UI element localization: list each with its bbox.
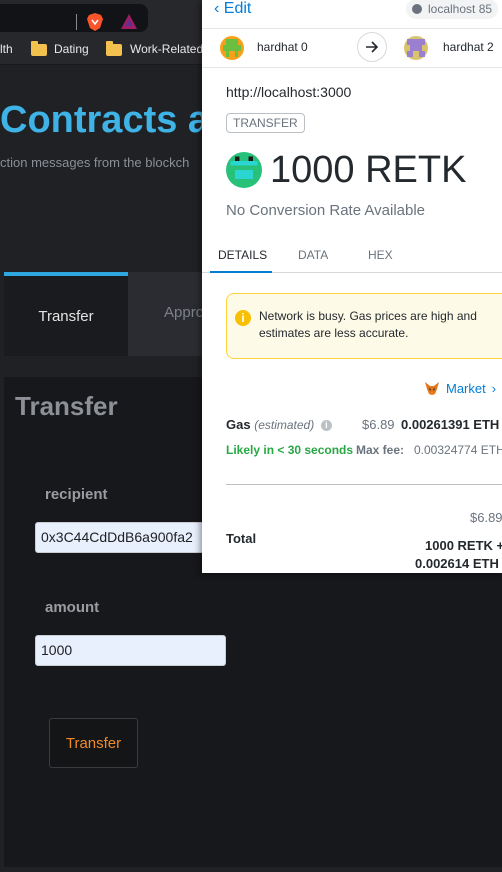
bookmark-work-related[interactable]: Work-Related <box>130 42 203 56</box>
account-transfer-row: hardhat 0 hardhat 2 <box>202 28 502 68</box>
chevron-right-icon: › <box>491 380 497 396</box>
warning-text: Network is busy. Gas prices are high and… <box>259 309 477 340</box>
tab-transfer[interactable]: Transfer <box>4 272 128 356</box>
address-bar[interactable] <box>0 4 148 32</box>
gas-eth-value: 0.00261391 ETH <box>401 417 500 432</box>
tab-data[interactable]: DATA <box>298 248 328 262</box>
total-label: Total <box>226 531 257 546</box>
bookmark-health[interactable]: lth <box>0 42 13 56</box>
details-panel: i Network is busy. Gas prices are high a… <box>202 273 502 573</box>
max-fee-label: Max fee: <box>356 443 405 457</box>
gas-label: Gas (estimated) i <box>226 417 332 432</box>
tab-transfer-label: Transfer <box>38 308 94 325</box>
amount-label: amount <box>45 599 100 616</box>
amount-row: 1000 RETK <box>226 148 467 191</box>
gas-timing: Likely in < 30 seconds <box>226 443 354 457</box>
tx-summary: http://localhost:3000 TRANSFER 1000 RETK… <box>202 68 502 240</box>
warning-icon: i <box>235 310 251 326</box>
tab-hex[interactable]: HEX <box>368 248 393 262</box>
edit-label: Edit <box>223 0 252 17</box>
max-fee-value: 0.00324774 ETH <box>414 443 502 457</box>
bookmark-dating[interactable]: Dating <box>54 42 89 56</box>
network-busy-warning: i Network is busy. Gas prices are high a… <box>226 293 502 359</box>
address-divider <box>76 14 77 30</box>
folder-icon <box>106 41 122 56</box>
from-account-name[interactable]: hardhat 0 <box>257 40 308 54</box>
token-amount: 1000 RETK <box>270 148 467 191</box>
recipient-input[interactable]: 0x3C44CdDdB6a900fa2 <box>35 522 215 553</box>
origin-text: localhost 85 <box>428 2 493 16</box>
total-token-value: 1000 RETK + <box>425 538 502 553</box>
metamask-popup: ‹ Edit localhost 85 hardhat 0 hardhat 2 <box>202 0 502 573</box>
to-account-name[interactable]: hardhat 2 <box>443 40 494 54</box>
gas-market-link[interactable]: Market › <box>424 380 496 396</box>
total-eth-value: 0.002614 ETH <box>415 556 499 571</box>
brave-lion-icon[interactable] <box>86 12 104 32</box>
bat-triangle-icon[interactable] <box>120 13 138 31</box>
edit-link[interactable]: ‹ Edit <box>214 0 251 18</box>
tx-type-badge: TRANSFER <box>226 113 305 133</box>
identicon <box>220 36 244 60</box>
recipient-label: recipient <box>45 486 108 503</box>
fox-icon <box>425 382 439 395</box>
site-icon <box>412 4 422 14</box>
details-tabs: DETAILS DATA HEX <box>202 240 502 273</box>
divider <box>226 484 502 485</box>
origin-pill: localhost 85 <box>406 0 499 19</box>
panel-title: Transfer <box>15 391 118 421</box>
market-label: Market <box>446 380 486 396</box>
identicon <box>226 152 262 188</box>
page-title: Contracts a <box>0 99 210 141</box>
arrow-right-icon <box>357 32 387 62</box>
conversion-rate: No Conversion Rate Available <box>226 202 426 219</box>
gas-estimated: (estimated) <box>254 418 315 432</box>
info-icon[interactable]: i <box>320 420 332 432</box>
total-fiat-value: $6.89 <box>470 510 502 525</box>
amount-input[interactable]: 1000 <box>35 635 226 666</box>
transfer-button[interactable]: Transfer <box>49 718 138 768</box>
site-origin: http://localhost:3000 <box>226 84 352 100</box>
tab-details[interactable]: DETAILS <box>218 248 267 262</box>
identicon <box>404 36 428 60</box>
chevron-left-icon: ‹ <box>214 0 220 17</box>
popup-header: ‹ Edit localhost 85 <box>202 0 502 24</box>
page-subtitle: ction messages from the blockch <box>0 155 190 170</box>
folder-icon <box>31 41 47 56</box>
gas-fiat-value: $6.89 <box>362 417 395 432</box>
gas-title: Gas <box>226 417 251 432</box>
